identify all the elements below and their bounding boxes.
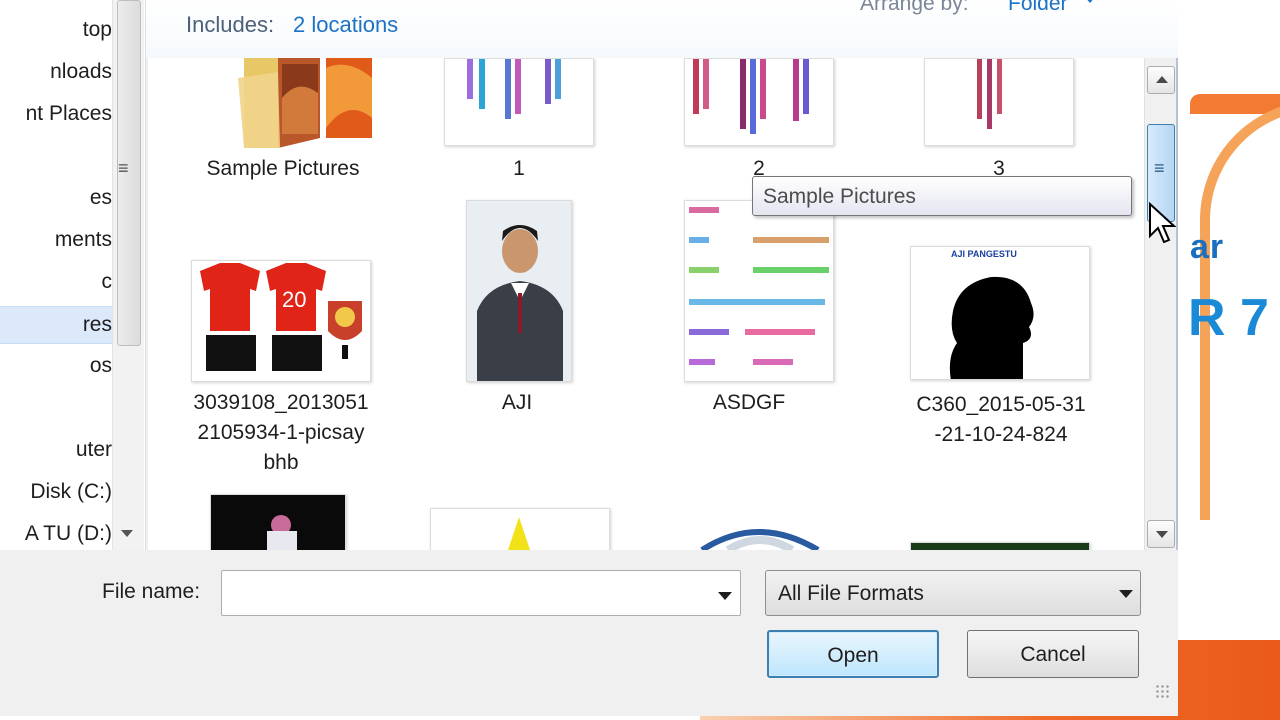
list-item-globe-image[interactable] bbox=[668, 500, 852, 550]
list-item-2[interactable]: 2 bbox=[678, 58, 840, 188]
chevron-down-icon[interactable] bbox=[1119, 590, 1133, 598]
list-item-1[interactable]: 1 bbox=[438, 58, 600, 188]
tooltip: Sample Pictures bbox=[752, 176, 1132, 216]
thumbnail-image bbox=[684, 200, 834, 382]
nav-item-drive-d[interactable]: A TU (D:) bbox=[0, 516, 112, 554]
text-image-thumbnail bbox=[467, 59, 561, 119]
nav-item-videos[interactable]: os bbox=[0, 348, 112, 386]
cancel-button[interactable]: Cancel bbox=[967, 630, 1139, 678]
navigation-pane: top nloads nt Places es ments c res os u… bbox=[0, 0, 146, 550]
file-list-scrollbar[interactable]: ≡ bbox=[1144, 58, 1176, 550]
nav-item-computer[interactable]: uter bbox=[0, 432, 112, 470]
mouse-cursor-icon bbox=[1149, 202, 1176, 244]
includes-label: Includes: bbox=[186, 12, 275, 37]
portrait-thumbnail bbox=[467, 201, 571, 381]
resize-grip-icon[interactable] bbox=[1155, 684, 1169, 698]
nav-item-documents[interactable]: ments bbox=[0, 222, 112, 260]
thumbnail-image: 20 bbox=[191, 260, 371, 382]
thumbnail-image: AJI PANGESTU bbox=[910, 246, 1090, 380]
list-item-jersey[interactable]: 20 3039108_2013051 2105934-1-picsay bhb bbox=[188, 258, 374, 478]
list-item-sample-pictures[interactable]: Sample Pictures bbox=[188, 58, 378, 188]
nav-item-libraries[interactable]: es bbox=[0, 180, 112, 218]
scroll-down-button[interactable] bbox=[1147, 520, 1175, 548]
yellow-shape-thumbnail bbox=[508, 517, 530, 550]
file-name-input[interactable] bbox=[221, 570, 741, 616]
thumbnail-image bbox=[684, 58, 834, 146]
list-item-dark-photo[interactable] bbox=[210, 494, 346, 550]
scroll-down-arrow-icon[interactable] bbox=[121, 530, 133, 537]
nav-item-pictures[interactable]: res bbox=[0, 306, 112, 344]
silhouette-thumbnail: AJI PANGESTU bbox=[949, 249, 1034, 379]
item-label: 1 bbox=[513, 157, 525, 180]
svg-text:20: 20 bbox=[282, 287, 306, 312]
chevron-down-icon[interactable] bbox=[1084, 0, 1096, 3]
scroll-up-button[interactable] bbox=[1147, 66, 1175, 94]
svg-text:AJI PANGESTU: AJI PANGESTU bbox=[951, 249, 1017, 259]
photo-thumbnail bbox=[267, 515, 297, 550]
arrange-by-dropdown[interactable]: Folder bbox=[1008, 0, 1068, 16]
folder-icon bbox=[238, 58, 372, 148]
arrange-by-label: Arrange by: bbox=[860, 0, 969, 15]
library-header: Includes: 2 locations Arrange by: Folder bbox=[146, 0, 1178, 58]
globe-thumbnail bbox=[700, 529, 820, 550]
list-item-yellow-image[interactable] bbox=[430, 508, 610, 550]
jersey-thumbnail: 20 bbox=[200, 263, 362, 371]
background-window bbox=[1160, 0, 1280, 720]
item-label: 3039108_2013051 2105934-1-picsay bhb bbox=[193, 391, 369, 474]
item-label: AJI bbox=[501, 391, 533, 414]
chevron-down-icon[interactable] bbox=[718, 592, 732, 600]
nav-scrollbar[interactable] bbox=[112, 0, 144, 550]
list-item-aji[interactable]: AJI bbox=[448, 200, 598, 420]
item-label: Sample Pictures bbox=[206, 157, 360, 180]
nav-item-desktop[interactable]: top bbox=[0, 12, 112, 50]
nav-item-local-disk-c[interactable]: Disk (C:) bbox=[0, 474, 112, 512]
background-orange-band bbox=[1190, 94, 1280, 114]
locations-link[interactable]: 2 locations bbox=[293, 12, 398, 38]
dialog-footer: File name: All File Formats Open Cancel bbox=[0, 550, 1178, 716]
thumbnail-image bbox=[444, 58, 594, 146]
nav-item-downloads[interactable]: nloads bbox=[0, 54, 112, 92]
file-list: Sample Pictures 1 2 3 20 3039108_2013051… bbox=[148, 58, 1144, 550]
nav-item-recent-places[interactable]: nt Places bbox=[0, 96, 112, 134]
grip-icon: ≡ bbox=[118, 158, 129, 178]
background-title-text: R 7 bbox=[1188, 289, 1269, 347]
nav-item-music[interactable]: c bbox=[0, 264, 113, 302]
list-item-c360[interactable]: AJI PANGESTU C360_2015-05-31 -21-10-24-8… bbox=[908, 244, 1094, 464]
background-text: ar bbox=[1190, 228, 1225, 266]
open-button[interactable]: Open bbox=[767, 630, 939, 678]
text-image-thumbnail bbox=[977, 59, 1002, 129]
file-type-select[interactable]: All File Formats bbox=[765, 570, 1141, 616]
file-name-label: File name: bbox=[102, 580, 201, 603]
thumbnail-image bbox=[466, 200, 572, 382]
thumbnail-image bbox=[924, 58, 1074, 146]
grip-icon: ≡ bbox=[1154, 158, 1165, 178]
item-label: C360_2015-05-31 -21-10-24-824 bbox=[916, 393, 1086, 446]
text-image-thumbnail bbox=[689, 207, 829, 365]
list-item-3[interactable]: 3 bbox=[918, 58, 1080, 188]
open-file-dialog: top nloads nt Places es ments c res os u… bbox=[0, 0, 1178, 716]
list-item-green-photo[interactable] bbox=[910, 542, 1090, 550]
list-item-asdgf[interactable]: ASDGF bbox=[678, 200, 840, 420]
item-label: ASDGF bbox=[712, 391, 786, 414]
text-image-thumbnail bbox=[693, 59, 809, 134]
